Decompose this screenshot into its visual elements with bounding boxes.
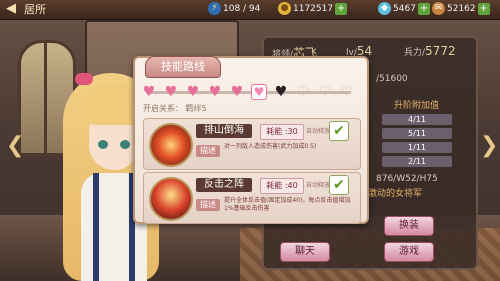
skill-card-2[interactable]: 反击之阵 耗能 :40 自动释放 ✔ 描述 提升全体反击值(固定加成40)，每点… [143, 172, 361, 224]
add-scroll-button[interactable]: + [477, 2, 490, 15]
outfit-button[interactable]: 换装 [384, 216, 434, 236]
back-arrow-icon[interactable]: ◀ [3, 1, 19, 17]
exp-value: /51600 [376, 74, 408, 84]
gem-value: 5467 [393, 4, 416, 14]
skill-slash-icon [149, 123, 193, 167]
skill-description: 对一列敌人造成伤害(武力加成0.5) [224, 143, 317, 150]
bio-text: 激动的女将军 [368, 189, 423, 199]
popup-title: 技能路线 [145, 56, 221, 78]
gold-counter: ● 1172517 + [278, 2, 348, 17]
scroll-icon: ✉ [432, 2, 445, 15]
skill-name: 反击之阵 [196, 178, 252, 192]
character-eye-left [98, 140, 108, 149]
stat-2: 5/11 [382, 128, 452, 139]
auto-label: 自动释放 [306, 128, 331, 135]
desc-label: 描述 [196, 145, 220, 157]
extra-line: 876/W52/H75 [376, 174, 438, 184]
scroll-counter: ✉ 52162 + [432, 2, 490, 17]
bond-heart-icon: ♥ [274, 84, 288, 100]
skill-description: 提升全体反击值(固定加成40)，每点反击值增加1%基础反击伤害 [224, 197, 351, 212]
bond-heart-icon: ♥ [142, 84, 156, 100]
gem-counter: ◆ 5467 + [378, 2, 430, 17]
stat-4: 2/11 [382, 156, 452, 167]
power-value: 5772 [425, 44, 456, 58]
stamina-value: 108 / 94 [223, 4, 261, 14]
character-strap-left [93, 173, 99, 281]
bond-heart-icon: ♡ [340, 84, 354, 100]
skill-spikes-icon [149, 177, 193, 221]
bond-heart-icon: ♥ [164, 84, 178, 100]
chat-button[interactable]: 聊天 [280, 242, 330, 262]
lightning-icon: ⚡ [208, 2, 221, 15]
coin-icon: ● [278, 2, 291, 15]
gold-value: 1172517 [293, 4, 334, 14]
page-title: 居所 [24, 3, 46, 16]
bond-track: ♥ ♥ ♥ ♥ ♥ ♥ ♥ ♡ ♡ ♡ [141, 84, 361, 100]
desc-label: 描述 [196, 199, 220, 211]
gem-icon: ◆ [378, 2, 391, 15]
character-eye-right [120, 140, 130, 149]
add-gold-button[interactable]: + [335, 2, 348, 15]
prev-arrow-icon[interactable]: ❮ [6, 132, 24, 160]
skill-cost: 耗能 :40 [260, 178, 304, 194]
bond-heart-icon: ♡ [296, 84, 310, 100]
unlock-text: 开启关系： 羁绊5 [143, 104, 207, 113]
bond-heart-icon: ♥ [208, 84, 222, 100]
bond-heart-icon: ♡ [318, 84, 332, 100]
play-button[interactable]: 游戏 [384, 242, 434, 262]
next-arrow-icon[interactable]: ❯ [480, 132, 498, 160]
add-gem-button[interactable]: + [417, 2, 430, 15]
scroll-value: 52162 [447, 4, 476, 14]
skill-route-popup: 技能路线 ♥ ♥ ♥ ♥ ♥ ♥ ♥ ♡ ♡ ♡ 开启关系： 羁绊5 排山倒海 耗能 :30 自动… [133, 56, 369, 224]
skill-card-1[interactable]: 排山倒海 耗能 :30 自动释放 ✔ 描述 对一列敌人造成伤害(武力加成0.5) [143, 118, 361, 170]
hair-bow [75, 73, 93, 85]
power-label: 兵力/ [404, 48, 426, 58]
auto-label: 自动释放 [306, 182, 331, 189]
bonus-header: 升阶附加值 [394, 101, 440, 111]
check-icon[interactable]: ✔ [329, 121, 349, 141]
stat-3: 1/11 [382, 142, 452, 153]
bond-heart-icon: ♥ [251, 84, 267, 100]
skill-cost: 耗能 :30 [260, 124, 304, 140]
stat-1: 4/11 [382, 114, 452, 125]
check-icon[interactable]: ✔ [329, 175, 349, 195]
top-bar: ◀ 居所 ⚡ 108 / 94 ● 1172517 + ◆ 5467 + ✉ 52162 + [0, 0, 500, 20]
power-row: 兵力/5772 [404, 44, 456, 58]
bond-heart-icon: ♥ [230, 84, 244, 100]
stamina-counter: ⚡ 108 / 94 [208, 2, 260, 17]
skill-name: 排山倒海 [196, 124, 252, 138]
bond-heart-icon: ♥ [186, 84, 200, 100]
